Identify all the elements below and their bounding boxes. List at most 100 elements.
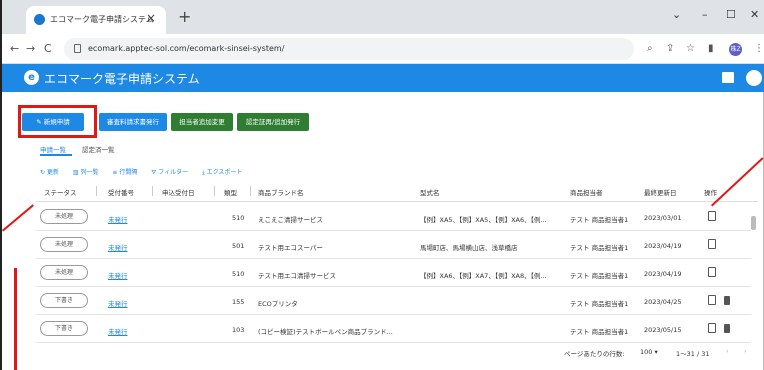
brand-cell: ECOプリンタ bbox=[258, 300, 298, 308]
col-model[interactable]: 型式名 bbox=[420, 187, 440, 197]
pagination: ページあたりの行数: 100 ▾ 1〜31 / 31 ‹ › bbox=[36, 342, 758, 362]
copy-icon[interactable] bbox=[708, 295, 716, 305]
url-field[interactable]: ecomark.apptec-sol.com/ecomark-sinsei-sy… bbox=[64, 38, 634, 60]
active-tab-indicator bbox=[40, 154, 72, 156]
brand-cell: (コピー検証)テストボールペン商品ブランド... bbox=[258, 328, 393, 336]
status-chip: 下書き bbox=[40, 293, 88, 308]
trash-icon[interactable] bbox=[724, 296, 730, 305]
lock-icon bbox=[74, 44, 81, 53]
prev-page-icon[interactable]: ‹ bbox=[726, 347, 729, 355]
col-divider bbox=[214, 186, 215, 196]
col-date[interactable]: 申込受付日 bbox=[162, 187, 195, 197]
table-row[interactable]: 未処理 未発行 501 テスト用エコスーパー 馬場町店、馬場横山店、浅草橋店 テ… bbox=[36, 231, 751, 259]
user-account-icon[interactable] bbox=[746, 70, 762, 86]
row-spacing-button[interactable]: ≡ 行間隔 bbox=[112, 169, 143, 176]
copy-icon[interactable] bbox=[708, 267, 716, 277]
status-chip: 未処理 bbox=[40, 209, 88, 224]
rows-per-page-value: 100 bbox=[640, 348, 653, 356]
status-chip: 未処理 bbox=[40, 237, 88, 252]
col-updated[interactable]: 最終更新日 bbox=[644, 187, 677, 197]
rows-per-page-select[interactable]: 100 ▾ bbox=[640, 348, 658, 356]
tab-certified-list[interactable]: 認定済一覧 bbox=[82, 144, 115, 154]
col-receipt[interactable]: 受付番号 bbox=[108, 187, 134, 197]
bookmark-star-icon[interactable]: ☆ bbox=[686, 43, 695, 54]
model-cell: 【例】XA5、【例】XA5、【例】XA6、【例... bbox=[420, 216, 547, 224]
forward-icon[interactable]: → bbox=[26, 42, 35, 55]
next-page-icon[interactable]: › bbox=[744, 347, 747, 355]
annotation-line bbox=[14, 268, 17, 370]
receipt-link[interactable]: 未発行 bbox=[108, 214, 128, 224]
filter-label: フィルター bbox=[158, 169, 189, 176]
staff-cell: テスト 商品担当者1 bbox=[570, 300, 629, 308]
share-icon[interactable]: ⇪ bbox=[666, 43, 674, 54]
status-chip: 未処理 bbox=[40, 265, 88, 280]
updated-cell: 2023/04/19 bbox=[644, 242, 682, 250]
row-spacing-label: 行間隔 bbox=[119, 169, 138, 176]
export-label: エクスポート bbox=[206, 169, 243, 176]
copy-icon[interactable] bbox=[708, 239, 716, 249]
minimize-icon[interactable]: – bbox=[702, 8, 708, 21]
col-actions: 操作 bbox=[704, 189, 717, 197]
col-status[interactable]: ステータス bbox=[44, 187, 77, 197]
type-cell: 510 bbox=[232, 270, 245, 278]
table-header: ステータス 受付番号 申込受付日 類型 商品ブランド名 型式名 商品担当者 最終… bbox=[36, 180, 758, 202]
browser-menu-icon[interactable]: ⋮ bbox=[754, 43, 764, 54]
staff-cell: テスト 商品担当者1 bbox=[570, 272, 629, 280]
export-button[interactable]: ⤓ エクスポート bbox=[202, 169, 248, 176]
maximize-icon[interactable]: ☐ bbox=[726, 8, 736, 21]
receipt-link[interactable]: 未発行 bbox=[108, 242, 128, 252]
rows-per-page-label: ページあたりの行数: bbox=[564, 350, 625, 358]
columns-button[interactable]: ▥ 列一覧 bbox=[73, 169, 105, 176]
receipt-link[interactable]: 未発行 bbox=[108, 326, 128, 336]
close-window-icon[interactable]: ✕ bbox=[750, 8, 759, 21]
copy-icon[interactable] bbox=[708, 211, 716, 221]
browser-tab[interactable]: エコマーク電子申請システム × bbox=[26, 6, 166, 34]
col-staff[interactable]: 商品担当者 bbox=[570, 187, 603, 197]
app-header: e エコマーク電子申請システム bbox=[2, 64, 764, 92]
table-row[interactable]: 未処理 未発行 510 えこえこ清掃サービス 【例】XA5、【例】XA5、【例】… bbox=[36, 203, 751, 231]
brand-cell: テスト用エコスーパー bbox=[258, 244, 323, 252]
new-tab-icon[interactable]: + bbox=[178, 7, 191, 26]
col-brand[interactable]: 商品ブランド名 bbox=[258, 187, 304, 197]
add-change-staff-button[interactable]: 担当者追加変更 bbox=[171, 113, 233, 131]
close-tab-icon[interactable]: × bbox=[146, 11, 156, 25]
col-type[interactable]: 類型 bbox=[224, 187, 237, 197]
browser-tab-title: エコマーク電子申請システム bbox=[50, 15, 154, 24]
refresh-button[interactable]: ↻ 更新 bbox=[40, 169, 65, 176]
type-cell: 501 bbox=[232, 242, 245, 250]
app-logo-icon: e bbox=[24, 70, 39, 85]
table-row[interactable]: 下書き 未発行 155 ECOプリンタ テスト 商品担当者1 2023/04/2… bbox=[36, 287, 751, 315]
zoom-icon[interactable]: ⌕ bbox=[647, 43, 653, 54]
col-divider bbox=[96, 186, 97, 196]
invoice-issue-button[interactable]: 審査料請求書発行 bbox=[99, 113, 167, 131]
trash-icon[interactable] bbox=[724, 324, 730, 333]
page-range: 1〜31 / 31 bbox=[676, 350, 710, 358]
staff-cell: テスト 商品担当者1 bbox=[570, 328, 629, 336]
table-row[interactable]: 未処理 未発行 510 テスト用エコ清掃サービス 【例】XA6、【例】XA7、【… bbox=[36, 259, 751, 287]
staff-cell: テスト 商品担当者1 bbox=[570, 216, 629, 224]
highlight-box bbox=[18, 105, 97, 138]
tab-application-list[interactable]: 申請一覧 bbox=[40, 144, 66, 154]
manual-book-icon[interactable] bbox=[722, 72, 734, 83]
type-cell: 510 bbox=[232, 214, 245, 222]
columns-label: 列一覧 bbox=[80, 169, 99, 176]
copy-icon[interactable] bbox=[708, 323, 716, 333]
table-scrollbar[interactable] bbox=[750, 204, 757, 342]
model-cell: 馬場町店、馬場横山店、浅草橋店 bbox=[420, 244, 518, 252]
app-title: エコマーク電子申請システム bbox=[44, 72, 200, 86]
profile-avatar[interactable]: 株Z bbox=[729, 43, 742, 56]
add-change-staff-label: 担当者追加変更 bbox=[179, 118, 225, 126]
updated-cell: 2023/04/19 bbox=[644, 270, 682, 278]
tab-search-icon[interactable]: ⌄ bbox=[672, 8, 681, 21]
back-icon[interactable]: ← bbox=[10, 42, 19, 55]
reload-icon[interactable]: C bbox=[44, 42, 52, 55]
updated-cell: 2023/04/25 bbox=[644, 298, 682, 306]
cert-reissue-button[interactable]: 認定証再/追加発行 bbox=[237, 113, 309, 131]
scrollbar-thumb[interactable] bbox=[751, 216, 756, 230]
side-panel-icon[interactable]: ▮ bbox=[708, 43, 714, 54]
table-row[interactable]: 下書き 未発行 103 (コピー検証)テストボールペン商品ブランド... テスト… bbox=[36, 315, 751, 343]
receipt-link[interactable]: 未発行 bbox=[108, 270, 128, 280]
filter-button[interactable]: ⛛ フィルター bbox=[151, 169, 194, 176]
receipt-link[interactable]: 未発行 bbox=[108, 298, 128, 308]
type-cell: 103 bbox=[232, 326, 245, 334]
